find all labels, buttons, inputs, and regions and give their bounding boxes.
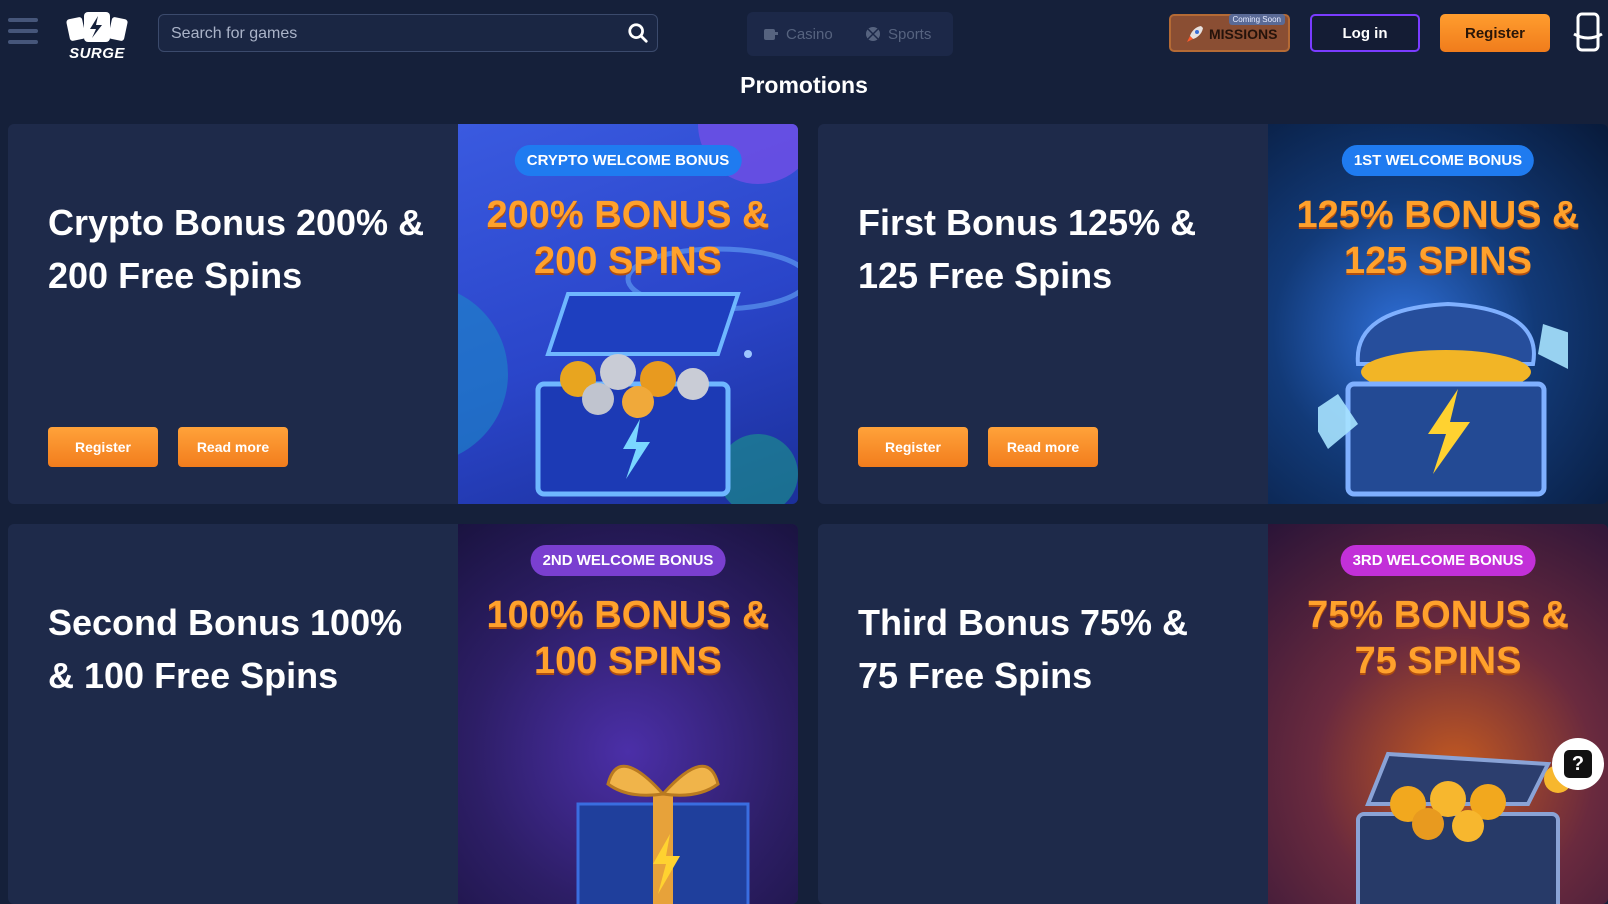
login-button[interactable]: Log in [1310,14,1420,52]
gift-box-icon [576,764,750,904]
headline-line-1: 125% BONUS & [1296,194,1580,236]
tab-casino[interactable]: Casino [763,23,833,45]
promo-title: Second Bonus 100% & 100 Free Spins [48,602,403,696]
promo-headline: 200% BONUS & 200 SPINS [458,192,798,284]
promo-banner[interactable]: CRYPTO WELCOME BONUS 200% BONUS & 200 SP… [458,124,798,504]
promo-card-third: Third Bonus 75% & 75 Free Spins 3RD WELC… [818,524,1608,904]
search-input[interactable] [169,15,613,53]
promo-title: First Bonus 125% & 125 Free Spins [858,202,1197,296]
help-icon: ? [1564,750,1592,778]
promo-badge: CRYPTO WELCOME BONUS [514,145,742,176]
coming-soon-badge: Coming Soon [1228,14,1285,25]
treasure-chest-icon [1318,301,1568,497]
promo-card-crypto: Crypto Bonus 200% & 200 Free Spins Regis… [8,124,798,504]
search-bar[interactable] [158,14,658,53]
tab-casino-label: Casino [786,25,833,43]
cards-logo-icon [66,12,128,42]
page-title: Promotions [740,72,868,98]
tab-sports[interactable]: Sports [865,23,931,45]
rocket-icon [1187,26,1203,42]
promo-read-more-button[interactable]: Read more [988,427,1098,467]
promo-badge: 1ST WELCOME BONUS [1341,145,1535,176]
headline-line-2: 75 SPINS [1354,640,1522,682]
headline-line-2: 200 SPINS [534,240,722,282]
promo-title: Crypto Bonus 200% & 200 Free Spins [48,202,425,296]
missions-label: MISSIONS [1209,26,1278,42]
headline-line-1: 200% BONUS & [486,194,770,236]
coin-chest-icon [1356,751,1568,904]
promo-register-button[interactable]: Register [858,427,968,467]
headline-line-2: 100 SPINS [534,640,722,682]
promo-title: Third Bonus 75% & 75 Free Spins [858,602,1189,696]
promo-read-more-button[interactable]: Read more [178,427,288,467]
promo-banner[interactable]: 3RD WELCOME BONUS 75% BONUS & 75 SPINS [1268,524,1608,904]
promo-headline: 100% BONUS & 100 SPINS [458,592,798,684]
sports-icon [866,27,880,41]
headline-line-1: 75% BONUS & [1307,594,1569,636]
missions-button[interactable]: MISSIONS Coming Soon [1169,14,1290,52]
menu-icon[interactable] [8,18,38,48]
promo-badge: 3RD WELCOME BONUS [1340,545,1536,576]
promo-register-button[interactable]: Register [48,427,158,467]
treasure-chest-icon [535,292,741,497]
promo-headline: 75% BONUS & 75 SPINS [1268,592,1608,684]
promo-card-second: Second Bonus 100% & 100 Free Spins 2ND W… [8,524,798,904]
promo-headline: 125% BONUS & 125 SPINS [1268,192,1608,284]
casino-icon [764,29,778,40]
promo-badge: 2ND WELCOME BONUS [530,545,726,576]
tab-sports-label: Sports [888,25,932,43]
promo-card-first: First Bonus 125% & 125 Free Spins Regist… [818,124,1608,504]
promo-banner[interactable]: 2ND WELCOME BONUS 100% BONUS & 100 SPINS [458,524,798,904]
help-button[interactable]: ? [1552,738,1604,790]
mobile-app-icon[interactable] [1572,12,1604,54]
register-button[interactable]: Register [1440,14,1550,52]
casino-sports-switch: Casino Sports [747,12,953,56]
surge-logo[interactable]: SURGE [64,10,130,62]
search-icon[interactable] [627,22,649,44]
promo-banner[interactable]: 1ST WELCOME BONUS 125% BONUS & 125 SPINS [1268,124,1608,504]
headline-line-1: 100% BONUS & [486,594,770,636]
headline-line-2: 125 SPINS [1344,240,1532,282]
logo-text: SURGE [69,45,125,62]
